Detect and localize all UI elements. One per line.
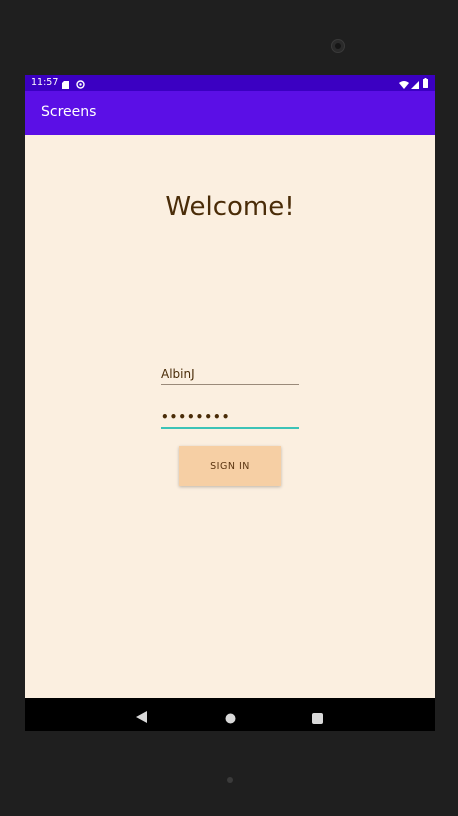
- app-bar: Screens: [25, 91, 435, 135]
- home-icon[interactable]: [225, 709, 236, 728]
- recents-icon[interactable]: [312, 709, 323, 728]
- navigation-bar: [25, 698, 435, 731]
- status-time: 11:57: [31, 77, 59, 88]
- welcome-heading: Welcome!: [165, 192, 295, 222]
- back-icon[interactable]: [136, 708, 147, 727]
- device-sensor: [227, 777, 233, 783]
- username-field[interactable]: [161, 364, 299, 385]
- status-bar: 11:57: [25, 75, 435, 91]
- device-screen: 11:57 Screens Welcome! SIGN IN: [25, 75, 435, 731]
- sign-in-button[interactable]: SIGN IN: [179, 446, 281, 486]
- camera-icon: [331, 39, 345, 53]
- password-field[interactable]: [161, 407, 299, 429]
- app-title: Screens: [41, 104, 97, 120]
